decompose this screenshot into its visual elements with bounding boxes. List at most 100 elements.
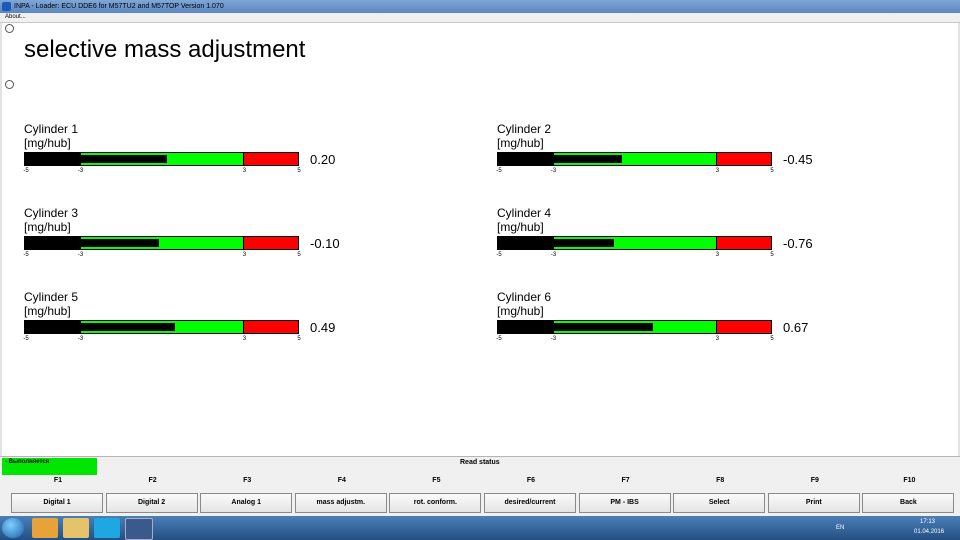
- mass-bar: [24, 320, 299, 334]
- cylinder-value: 0.20: [310, 152, 336, 167]
- scale-tick-label: -3: [550, 336, 557, 342]
- bar-value-fill: [498, 155, 623, 163]
- fkey-button[interactable]: Select: [673, 493, 766, 513]
- mass-bar: [497, 320, 772, 334]
- cylinder-unit: [mg/hub]: [497, 220, 544, 234]
- scale-tick-label: 3: [715, 252, 720, 258]
- bar-divider: [243, 237, 245, 249]
- scale-tick-label: 3: [242, 252, 247, 258]
- scale-tick-label: 5: [770, 252, 774, 258]
- scale-tick-label: -5: [23, 168, 29, 174]
- scale-tick-label: -5: [23, 336, 29, 342]
- bmw-icon[interactable]: [125, 518, 153, 540]
- cylinder-gauge: Cylinder 4 [mg/hub] -0.76 -5 -3 3 5: [496, 206, 827, 262]
- bar-value-fill: [498, 323, 653, 331]
- fkey-button[interactable]: mass adjustm.: [294, 493, 387, 513]
- cylinder-value: 0.67: [783, 320, 809, 335]
- window-title: INPA - Loader: ECU DDE6 for M57TU2 and M…: [14, 3, 224, 10]
- scale-tick-label: -5: [496, 168, 502, 174]
- cylinder-unit: [mg/hub]: [24, 136, 71, 150]
- fkey-button[interactable]: Print: [767, 493, 860, 513]
- fkey-label: F1: [53, 477, 63, 484]
- status-bar: - Выполняется Read status F1 Digital 1 F2 D…: [0, 456, 960, 517]
- fkey-button[interactable]: desired/current: [484, 493, 576, 513]
- cylinder-gauge: Cylinder 2 [mg/hub] -0.45 -5 -3 3 5: [496, 122, 827, 178]
- radio-button[interactable]: [5, 24, 14, 33]
- fkey-label: F2: [148, 477, 157, 484]
- cylinder-name: Cylinder 5: [24, 290, 79, 304]
- app-icon: [2, 2, 11, 11]
- bar-divider: [552, 321, 554, 333]
- fkey-button[interactable]: Digital 2: [105, 493, 198, 513]
- mass-bar: [24, 236, 299, 250]
- scale-tick-label: 3: [715, 168, 720, 174]
- fkey-button[interactable]: Digital 1: [11, 493, 103, 513]
- fkey-button[interactable]: Back: [862, 493, 955, 513]
- bar-value-fill: [25, 239, 159, 247]
- folder-icon[interactable]: [63, 518, 89, 538]
- fkey-label: F4: [337, 477, 346, 484]
- scale-tick-label: 3: [242, 336, 247, 342]
- bar-warn-zone: [243, 153, 298, 165]
- bar-value-fill: [25, 323, 175, 331]
- menu-bar: About...: [0, 13, 960, 23]
- scale-tick-label: -3: [77, 252, 84, 258]
- skype-icon[interactable]: [94, 518, 120, 538]
- cylinder-unit: [mg/hub]: [497, 304, 544, 318]
- scale-tick-label: 5: [297, 336, 301, 342]
- cylinder-value: 0.49: [310, 320, 336, 335]
- fkey-label: F6: [526, 477, 536, 484]
- cylinder-name: Cylinder 6: [497, 290, 552, 304]
- language-indicator[interactable]: EN: [836, 522, 844, 534]
- mass-bar: [497, 152, 772, 166]
- bar-divider: [243, 153, 245, 165]
- bar-divider: [552, 153, 554, 165]
- scale-tick-label: -3: [77, 336, 84, 342]
- title-bar: INPA - Loader: ECU DDE6 for M57TU2 and M…: [0, 0, 960, 13]
- menu-item-about[interactable]: About...: [5, 13, 26, 22]
- fkey-button[interactable]: rot. conform.: [389, 493, 482, 513]
- bar-warn-zone: [716, 153, 771, 165]
- bar-divider: [243, 321, 245, 333]
- cylinder-name: Cylinder 3: [24, 206, 79, 220]
- cylinder-gauge: Cylinder 5 [mg/hub] 0.49 -5 -3 3 5: [23, 290, 354, 346]
- cylinder-gauge: Cylinder 6 [mg/hub] 0.67 -5 -3 3 5: [496, 290, 827, 346]
- start-button[interactable]: [2, 518, 24, 538]
- radio-button[interactable]: [5, 80, 14, 89]
- scale-tick-label: 5: [297, 252, 301, 258]
- mass-bar: [24, 152, 299, 166]
- fkey-label: F10: [903, 477, 916, 484]
- fkey-label: F5: [432, 477, 441, 484]
- bar-divider: [716, 237, 718, 249]
- fkey-label: F3: [243, 477, 252, 484]
- cylinder-unit: [mg/hub]: [24, 304, 71, 318]
- scale-tick-label: 3: [242, 168, 247, 174]
- taskbar: EN 17:13 01.04.2016: [0, 516, 960, 540]
- bar-warn-zone: [243, 321, 298, 333]
- bar-divider: [79, 321, 81, 333]
- chrome-icon[interactable]: [32, 518, 58, 538]
- cylinder-unit: [mg/hub]: [497, 136, 544, 150]
- scale-tick-label: 5: [297, 168, 301, 174]
- scale-tick-label: 5: [770, 168, 774, 174]
- scale-tick-label: 3: [715, 336, 720, 342]
- bar-value-fill: [498, 239, 614, 247]
- bar-warn-zone: [243, 237, 298, 249]
- fkey-label: F8: [716, 477, 725, 484]
- fkey-label: F9: [810, 477, 819, 484]
- fkey-button[interactable]: Analog 1: [200, 493, 293, 513]
- mass-bar: [497, 236, 772, 250]
- scale-tick-label: 5: [770, 336, 774, 342]
- scale-tick-label: -5: [496, 336, 502, 342]
- scale-tick-label: -5: [23, 252, 29, 258]
- scale-tick-label: -3: [550, 252, 557, 258]
- clock-date[interactable]: 01.04.2016: [914, 526, 944, 538]
- cylinder-value: -0.76: [783, 236, 813, 251]
- bar-value-fill: [25, 155, 167, 163]
- cylinder-value: -0.45: [783, 152, 813, 167]
- bar-divider: [79, 237, 81, 249]
- cylinder-gauge: Cylinder 1 [mg/hub] 0.20 -5 -3 3 5: [23, 122, 354, 178]
- fkey-button[interactable]: PM - IBS: [578, 493, 671, 513]
- scale-tick-label: -5: [496, 252, 502, 258]
- fkey-label: F7: [621, 477, 630, 484]
